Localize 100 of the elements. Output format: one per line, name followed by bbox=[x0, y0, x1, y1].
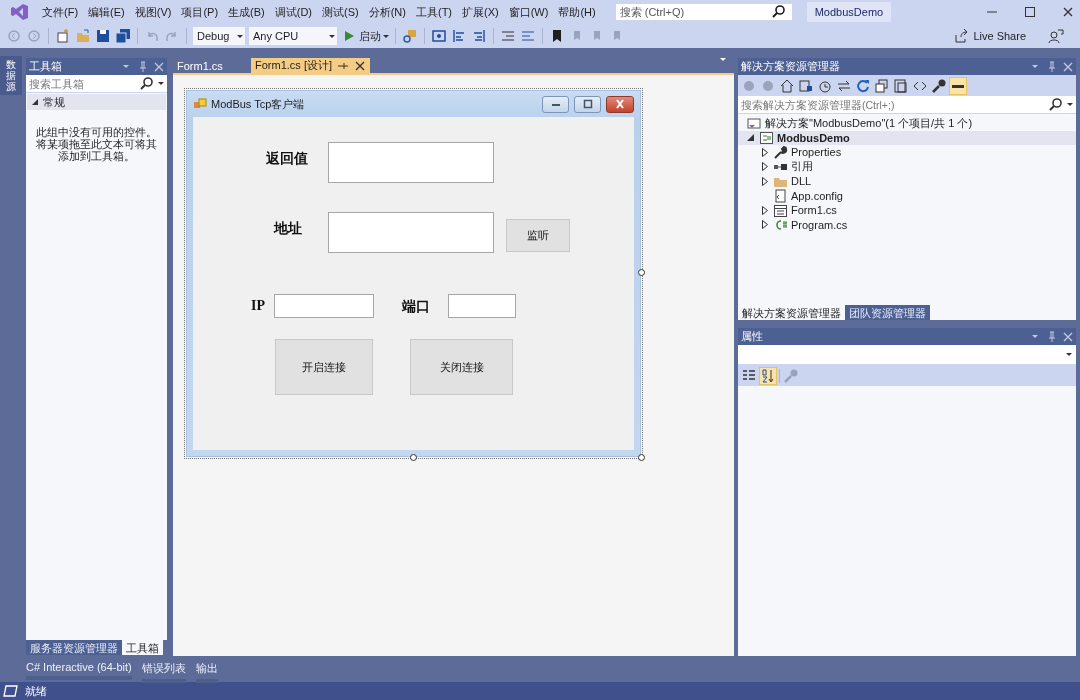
align-left-icon[interactable] bbox=[451, 28, 467, 44]
solution-icon bbox=[747, 115, 762, 131]
dropdown-caret-icon bbox=[329, 34, 335, 38]
disconnect-button[interactable]: 关闭连接 bbox=[410, 339, 513, 395]
properties-title-bar: 属性 bbox=[738, 328, 1076, 345]
status-text: 就绪 bbox=[25, 683, 47, 699]
configuration-dropdown[interactable]: Debug bbox=[193, 27, 245, 45]
tree-item[interactable]: 解决方案"ModbusDemo"(1 个项目/共 1 个) bbox=[738, 116, 1076, 131]
menu-item[interactable]: 编辑(E) bbox=[83, 4, 130, 20]
collapsed-arrow-icon[interactable] bbox=[762, 176, 768, 186]
field-label: 地址 bbox=[274, 220, 302, 238]
resize-handle[interactable] bbox=[638, 269, 645, 276]
form-icon bbox=[193, 97, 207, 111]
panel-tab[interactable]: 工具箱 bbox=[122, 640, 163, 655]
menu-item[interactable]: 测试(S) bbox=[317, 4, 364, 20]
text-field[interactable] bbox=[274, 294, 374, 318]
document-tab[interactable]: Form1.cs [设计] bbox=[251, 58, 370, 73]
visual-studio-logo[interactable] bbox=[10, 3, 29, 21]
home-icon[interactable] bbox=[779, 77, 795, 94]
share-icon bbox=[953, 28, 970, 44]
field-label: 端口 bbox=[402, 298, 430, 316]
config-file-icon bbox=[773, 188, 788, 204]
search-icon[interactable] bbox=[1048, 96, 1064, 113]
menu-item[interactable]: 视图(V) bbox=[129, 4, 177, 20]
show-all-files-icon[interactable] bbox=[893, 77, 909, 94]
maximize-button[interactable] bbox=[574, 95, 601, 113]
menu-item[interactable]: 项目(P) bbox=[176, 4, 224, 20]
menu-item[interactable]: 帮助(H) bbox=[553, 4, 601, 20]
menu-item[interactable]: 窗口(W) bbox=[503, 4, 554, 20]
menu-item[interactable]: 工具(T) bbox=[410, 4, 457, 20]
search-icon[interactable] bbox=[770, 4, 787, 20]
expanded-arrow-icon[interactable] bbox=[747, 134, 754, 142]
window-position-icon[interactable] bbox=[1032, 335, 1038, 338]
csharp-file-icon bbox=[773, 217, 788, 233]
data-sources-tab[interactable]: 数据源 bbox=[0, 56, 22, 95]
close-icon bbox=[614, 99, 626, 109]
resize-handle[interactable] bbox=[410, 454, 417, 461]
status-icon bbox=[3, 683, 19, 699]
panel-tab[interactable]: 团队资源管理器 bbox=[845, 305, 930, 320]
toolbox-search-field[interactable]: 搜索工具箱 bbox=[26, 75, 136, 92]
tree-item[interactable]: Properties bbox=[738, 145, 1076, 160]
outdent-icon[interactable] bbox=[500, 28, 516, 44]
collapse-all-icon[interactable] bbox=[874, 77, 890, 94]
solution-name: ModbusDemo bbox=[806, 2, 892, 22]
align-right-icon[interactable] bbox=[471, 28, 487, 44]
tree-item[interactable]: Program.cs bbox=[738, 217, 1076, 232]
listen-button[interactable]: 监听 bbox=[506, 219, 570, 252]
text-field[interactable] bbox=[448, 294, 516, 318]
start-button[interactable]: 启动 bbox=[341, 28, 389, 44]
form-title: ModBus Tcp客户端 bbox=[211, 96, 305, 112]
tree-item[interactable]: App.config bbox=[738, 188, 1076, 203]
platform-dropdown[interactable]: Any CPU bbox=[249, 27, 337, 45]
preview-icon[interactable] bbox=[950, 77, 966, 94]
menu-item[interactable]: 调试(D) bbox=[269, 4, 317, 20]
collapsed-arrow-icon[interactable] bbox=[762, 205, 768, 215]
tree-item[interactable]: ModbusDemo bbox=[738, 130, 1076, 145]
feedback-icon[interactable] bbox=[1048, 28, 1064, 44]
tree-item[interactable]: DLL bbox=[738, 174, 1076, 189]
text-field[interactable] bbox=[328, 212, 494, 253]
csharp-project-icon bbox=[759, 130, 774, 146]
resize-handle[interactable] bbox=[638, 454, 645, 461]
sort-alphabetical-icon[interactable] bbox=[760, 367, 776, 384]
panel-tab[interactable]: 服务器资源管理器 bbox=[26, 640, 122, 655]
dropdown-caret-icon bbox=[237, 34, 243, 38]
maximize-icon[interactable] bbox=[1022, 4, 1038, 20]
menu-item[interactable]: 扩展(X) bbox=[457, 4, 504, 20]
solution-explorer-title-bar: 解决方案资源管理器 bbox=[738, 58, 1076, 75]
live-share-button[interactable]: Live Share bbox=[953, 28, 1026, 44]
field-label: IP bbox=[251, 298, 265, 314]
search-box[interactable]: 搜索工具箱 bbox=[26, 75, 167, 93]
switch-views-icon[interactable] bbox=[798, 77, 814, 94]
empty-toolbox-message: 此组中没有可用的控件。将某项拖至此文本可将其添加到工具箱。 bbox=[35, 126, 158, 163]
search-field[interactable]: 搜索 (Ctrl+Q) bbox=[614, 3, 793, 21]
collapsed-arrow-icon[interactable] bbox=[762, 220, 768, 230]
dropdown-caret-icon[interactable] bbox=[158, 82, 164, 85]
connect-button[interactable]: 开启连接 bbox=[275, 339, 373, 395]
toolbox-title-bar: 工具箱 bbox=[26, 58, 167, 75]
document-tab[interactable]: Form1.cs bbox=[173, 58, 251, 73]
form-file-icon bbox=[773, 202, 788, 218]
maximize-icon bbox=[581, 99, 594, 109]
save-icon[interactable] bbox=[95, 28, 111, 44]
dropdown-caret-icon[interactable] bbox=[1067, 103, 1073, 106]
window-position-icon[interactable] bbox=[123, 65, 129, 68]
minimize-button[interactable] bbox=[542, 95, 569, 113]
toolbox-group[interactable]: 常规 bbox=[27, 94, 166, 110]
window-position-icon[interactable] bbox=[1032, 65, 1038, 68]
menu-item[interactable]: 分析(N) bbox=[363, 4, 411, 20]
close-button[interactable] bbox=[606, 95, 634, 113]
menu-item[interactable]: 文件(F) bbox=[37, 4, 84, 20]
menu-item[interactable]: 生成(B) bbox=[223, 4, 270, 20]
collapsed-arrow-icon[interactable] bbox=[762, 147, 768, 157]
save-all-icon[interactable] bbox=[115, 28, 131, 44]
dropdown-caret-icon bbox=[1066, 353, 1072, 356]
new-project-icon[interactable] bbox=[55, 28, 71, 44]
collapsed-arrow-icon[interactable] bbox=[762, 162, 768, 172]
refresh-icon[interactable] bbox=[855, 77, 871, 94]
search-icon[interactable] bbox=[139, 75, 155, 92]
text-field[interactable] bbox=[328, 142, 494, 183]
tree-item[interactable]: 引用 bbox=[738, 159, 1076, 174]
tree-item[interactable]: Form1.cs bbox=[738, 203, 1076, 218]
